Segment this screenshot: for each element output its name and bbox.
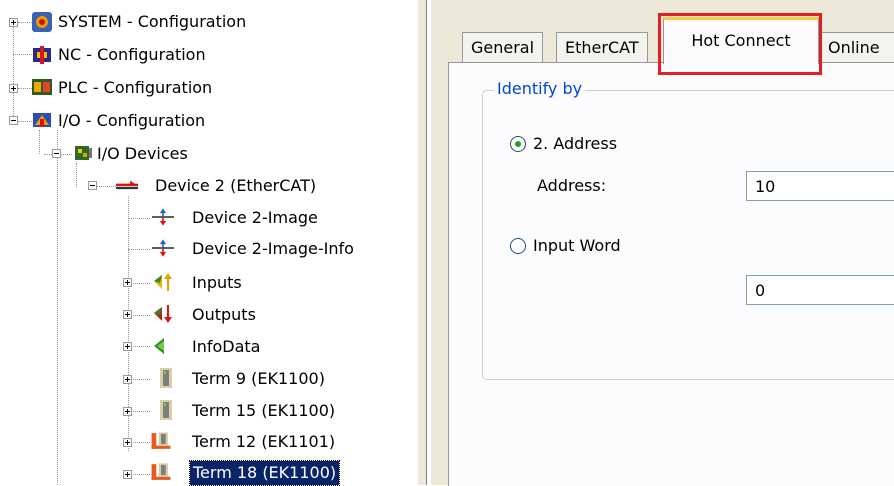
ek1100-coupler-icon [160, 368, 172, 388]
splitter-bar[interactable] [418, 0, 426, 485]
collapse-toggle[interactable] [52, 149, 61, 158]
tree-connector [128, 249, 150, 250]
group-legend: Identify by [494, 78, 586, 100]
input-word-radio[interactable] [510, 238, 526, 254]
io-devices-icon [75, 146, 92, 160]
plc-config-icon [32, 79, 52, 95]
nc-config-icon [33, 46, 51, 64]
ek1100-junction-icon [151, 463, 171, 480]
inputs-icon [154, 273, 172, 291]
tree-connector [13, 54, 32, 55]
process-image-icon [152, 208, 174, 226]
outputs-icon [154, 305, 172, 323]
tree-connector [57, 130, 58, 485]
tree-connector [39, 130, 40, 154]
highlight-annotation-box [658, 13, 822, 75]
io-config-icon [33, 113, 51, 127]
ethercat-device-icon [116, 180, 138, 190]
tree-connector [13, 22, 14, 122]
tab-ethercat[interactable]: EtherCAT [556, 32, 648, 62]
expand-toggle[interactable] [123, 407, 132, 416]
tab-general[interactable]: General [462, 32, 544, 62]
tree-connector [18, 22, 32, 23]
address-radio[interactable] [510, 136, 526, 152]
tree-connector [18, 88, 32, 89]
configuration-tree: SYSTEM - Configuration NC - Configuratio… [0, 0, 418, 486]
ek1101-coupler-icon [151, 432, 171, 449]
collapse-toggle[interactable] [88, 181, 97, 190]
tree-connector [76, 163, 77, 187]
tab-online[interactable]: Online [819, 32, 894, 62]
tree-connector [18, 121, 32, 122]
expand-toggle[interactable] [9, 18, 18, 27]
system-config-icon [32, 12, 52, 32]
tree-connector [96, 186, 116, 187]
tree-connector [128, 218, 150, 219]
collapse-toggle[interactable] [9, 116, 18, 125]
expand-toggle[interactable] [123, 342, 132, 351]
infodata-icon [154, 338, 164, 354]
address-input[interactable]: 10 [746, 171, 894, 201]
address-option-label: 2. Address [533, 134, 618, 153]
expand-toggle[interactable] [123, 278, 132, 287]
input-word-input[interactable]: 0 [746, 275, 894, 305]
ek1100-coupler-icon [160, 400, 172, 420]
process-image-info-icon [152, 239, 174, 257]
expand-toggle[interactable] [123, 310, 132, 319]
expand-toggle[interactable] [9, 84, 18, 93]
input-word-option-label: Input Word [533, 236, 621, 255]
expand-toggle[interactable] [123, 470, 132, 479]
expand-toggle[interactable] [123, 438, 132, 447]
address-field-label: Address: [537, 176, 607, 195]
expand-toggle[interactable] [123, 375, 132, 384]
